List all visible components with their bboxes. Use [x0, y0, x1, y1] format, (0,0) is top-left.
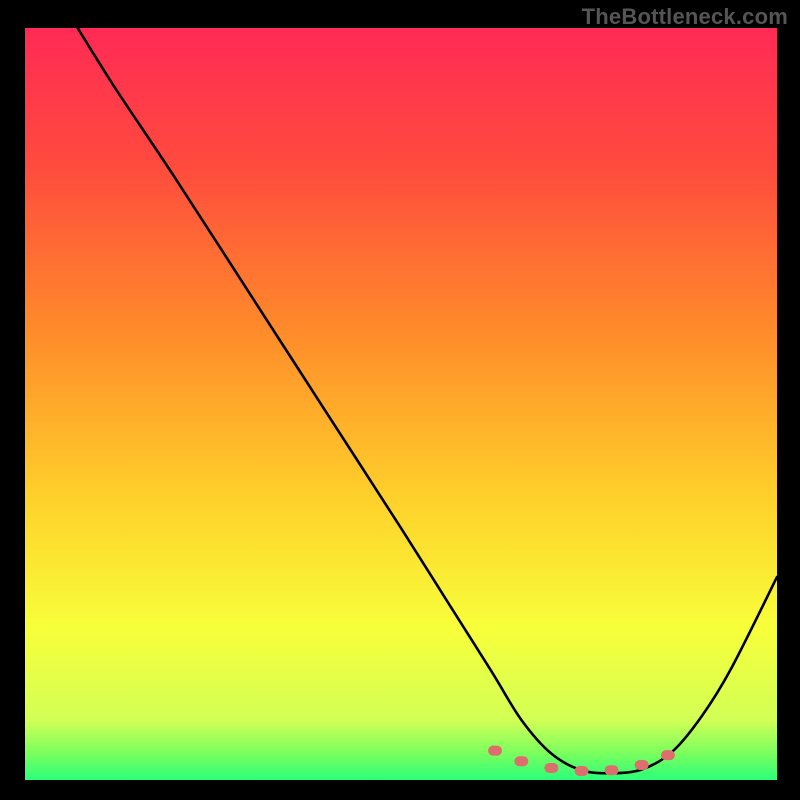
highlight-dot	[635, 760, 649, 770]
highlight-dot	[605, 765, 619, 775]
highlight-dot	[514, 756, 528, 766]
highlight-dot	[661, 750, 675, 760]
chart-stage: TheBottleneck.com	[0, 0, 800, 800]
highlight-dot	[574, 766, 588, 776]
highlight-dot	[544, 763, 558, 773]
plot-area	[25, 28, 777, 780]
chart-svg	[25, 28, 777, 780]
watermark-label: TheBottleneck.com	[582, 4, 788, 30]
highlight-dot	[488, 746, 502, 756]
gradient-background	[25, 28, 777, 780]
